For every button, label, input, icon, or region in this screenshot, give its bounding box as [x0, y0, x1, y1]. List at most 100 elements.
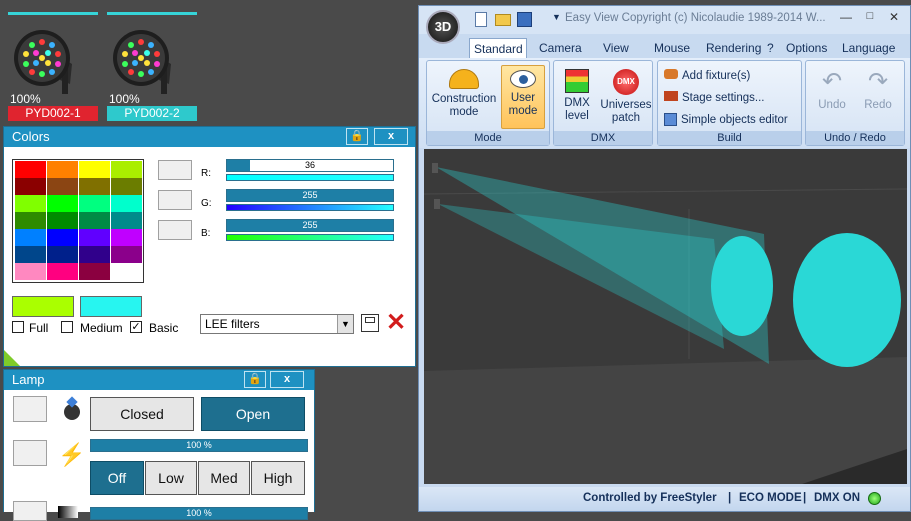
- color-swatch[interactable]: [111, 161, 142, 178]
- color-swatch[interactable]: [79, 212, 110, 229]
- tab-rendering[interactable]: Rendering: [706, 38, 761, 58]
- lock-icon[interactable]: 🔒: [244, 371, 266, 388]
- color-swatch[interactable]: [47, 161, 78, 178]
- color-swatch[interactable]: [47, 229, 78, 246]
- green-channel-strip: [226, 204, 394, 211]
- color-swatch[interactable]: [111, 263, 142, 280]
- fixture-2[interactable]: 100% PYD002-2: [107, 12, 199, 122]
- add-fixture-button[interactable]: Add fixture(s): [664, 67, 750, 85]
- color-swatch[interactable]: [47, 195, 78, 212]
- maximize-button[interactable]: □: [861, 10, 879, 26]
- spotlight-icon: [664, 69, 678, 79]
- chevron-down-icon[interactable]: ▼: [337, 315, 353, 333]
- 3d-viewport[interactable]: [424, 149, 907, 484]
- user-mode-button[interactable]: User mode: [501, 65, 545, 129]
- gradient-icon: [58, 506, 78, 518]
- blue-channel-strip: [226, 234, 394, 241]
- tab-language[interactable]: Language: [842, 38, 895, 58]
- color-swatch[interactable]: [47, 212, 78, 229]
- simple-objects-editor-button[interactable]: Simple objects editor: [664, 111, 788, 129]
- filter-select[interactable]: LEE filters ▼: [200, 314, 354, 334]
- tab-options[interactable]: Options: [786, 38, 827, 58]
- medium-checkbox[interactable]: [61, 321, 73, 333]
- redo-button[interactable]: ↷ Redo: [856, 65, 900, 129]
- full-checkbox[interactable]: [12, 321, 24, 333]
- color-swatch[interactable]: [111, 246, 142, 263]
- color-swatch[interactable]: [47, 246, 78, 263]
- par-light-icon: [14, 30, 72, 94]
- color-swatch[interactable]: [15, 195, 46, 212]
- current-color-box[interactable]: [12, 296, 74, 317]
- mode-group: Construction mode User mode Mode: [426, 60, 550, 146]
- strobe-preset-button[interactable]: [13, 440, 47, 466]
- shutter-preset-button[interactable]: [13, 396, 47, 422]
- lightning-icon: ⚡: [58, 442, 86, 467]
- red-preset-button[interactable]: [158, 160, 192, 180]
- tab-camera[interactable]: Camera: [539, 38, 582, 58]
- tab-view[interactable]: View: [603, 38, 629, 58]
- color-swatch[interactable]: [15, 212, 46, 229]
- color-swatch[interactable]: [79, 263, 110, 280]
- save-icon[interactable]: [517, 12, 532, 27]
- build-group-caption: Build: [658, 131, 801, 145]
- red-slider[interactable]: 36: [226, 159, 394, 172]
- tab-help[interactable]: ?: [767, 38, 774, 58]
- shutter-closed-button[interactable]: Closed: [90, 397, 194, 431]
- fixture-1[interactable]: 100% PYD002-1: [8, 12, 100, 122]
- tab-mouse[interactable]: Mouse: [654, 38, 690, 58]
- color-swatch[interactable]: [79, 195, 110, 212]
- quick-access-dropdown-icon[interactable]: ▼: [552, 12, 561, 22]
- color-swatch[interactable]: [111, 212, 142, 229]
- app-logo-icon[interactable]: 3D: [426, 10, 460, 44]
- color-swatch[interactable]: [15, 229, 46, 246]
- color-swatch[interactable]: [79, 161, 110, 178]
- close-icon[interactable]: x: [270, 371, 304, 388]
- green-slider[interactable]: 255: [226, 189, 394, 202]
- color-swatch[interactable]: [47, 178, 78, 195]
- blue-preset-button[interactable]: [158, 220, 192, 240]
- target-color-box[interactable]: [80, 296, 142, 317]
- dimmer-slider[interactable]: 100 %: [90, 439, 308, 452]
- stage-settings-button[interactable]: Stage settings...: [664, 89, 764, 107]
- color-swatch[interactable]: [79, 178, 110, 195]
- construction-mode-button[interactable]: Construction mode: [429, 65, 499, 129]
- strobe-high-button[interactable]: High: [251, 461, 305, 495]
- shutter-open-button[interactable]: Open: [201, 397, 305, 431]
- color-swatch[interactable]: [47, 263, 78, 280]
- strobe-off-button[interactable]: Off: [90, 461, 144, 495]
- new-file-icon[interactable]: [475, 12, 487, 27]
- red-channel-strip: [226, 174, 394, 181]
- resize-grip-icon[interactable]: [4, 350, 20, 366]
- open-folder-icon[interactable]: [495, 14, 511, 26]
- basic-checkbox[interactable]: ✓: [130, 321, 142, 333]
- objects-icon: [664, 113, 677, 127]
- blue-slider[interactable]: 255: [226, 219, 394, 232]
- color-swatch[interactable]: [111, 178, 142, 195]
- partial-slider[interactable]: 100 %: [90, 507, 308, 520]
- red-value: 36: [304, 160, 315, 170]
- minimize-button[interactable]: —: [837, 10, 855, 26]
- color-swatch[interactable]: [15, 263, 46, 280]
- strobe-low-button[interactable]: Low: [145, 461, 197, 495]
- color-swatch[interactable]: [111, 229, 142, 246]
- color-swatch[interactable]: [15, 246, 46, 263]
- partial-preset-button[interactable]: [13, 501, 47, 521]
- color-swatch[interactable]: [15, 161, 46, 178]
- color-swatch[interactable]: [111, 195, 142, 212]
- strobe-med-button[interactable]: Med: [198, 461, 250, 495]
- color-swatch[interactable]: [15, 178, 46, 195]
- lock-icon[interactable]: 🔒: [346, 128, 368, 145]
- color-swatch[interactable]: [79, 246, 110, 263]
- dmx-level-button[interactable]: DMX level: [556, 65, 598, 129]
- color-swatch[interactable]: [79, 229, 110, 246]
- delete-icon[interactable]: ✕: [386, 311, 406, 335]
- tab-standard[interactable]: Standard f: [469, 38, 527, 58]
- status-controlled: Controlled by FreeStyler: [583, 492, 717, 504]
- undo-button[interactable]: ↶ Undo: [810, 65, 854, 129]
- close-button[interactable]: ✕: [885, 10, 903, 26]
- green-preset-button[interactable]: [158, 190, 192, 210]
- save-icon[interactable]: [361, 314, 379, 332]
- universes-patch-button[interactable]: DMX Universes patch: [600, 65, 652, 129]
- close-icon[interactable]: x: [374, 128, 408, 145]
- color-swatch-grid[interactable]: [12, 159, 144, 283]
